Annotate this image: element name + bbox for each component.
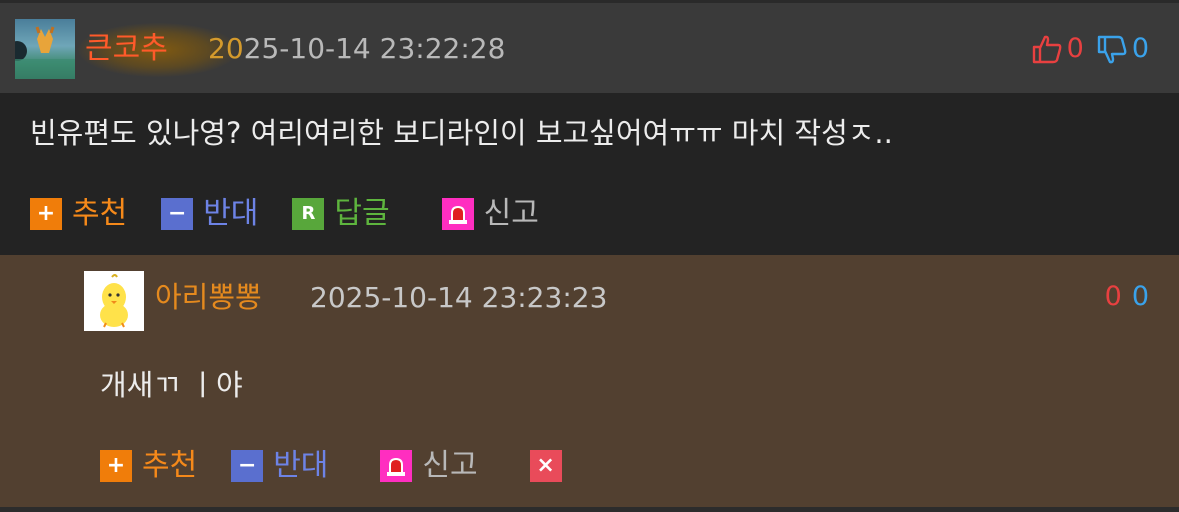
report-label: 신고 <box>483 196 539 231</box>
reply-label: 답글 <box>334 196 390 231</box>
plus-icon: + <box>30 198 62 230</box>
nickname[interactable]: 큰코추 <box>85 27 168 71</box>
comment-body: 빈유편도 있나영? 여리여리한 보디라인이 보고싶어여ㅠㅠ 마치 작성ㅈ.. <box>30 116 893 150</box>
timestamp-rest: 25-10-14 23:22:28 <box>243 32 506 65</box>
comment-actions: + 추천 − 반대 R 답글 신고 <box>30 194 573 234</box>
comment-header: 큰코추 2025-10-14 23:22:28 0 0 <box>0 0 1179 93</box>
downvote-count: 0 <box>1131 281 1149 312</box>
thumbs-up-icon[interactable] <box>1031 33 1063 65</box>
comment: 큰코추 2025-10-14 23:22:28 0 0 빈유편도 있나영? 여리… <box>0 0 1179 255</box>
close-icon: × <box>529 450 562 482</box>
upvote-count: 0 <box>1066 33 1084 64</box>
vote-counts: 0 0 <box>1031 29 1149 69</box>
reply-comment: 아리뽕뽕 2025-10-14 23:23:23 0 0 개새ㄲ ㅣ야 + 추천… <box>0 255 1179 512</box>
report-label: 신고 <box>422 448 478 483</box>
nickname[interactable]: 아리뽕뽕 <box>155 275 262 319</box>
reply-actions: + 추천 − 반대 신고 × <box>100 446 606 486</box>
siren-icon <box>441 198 474 230</box>
minus-icon: − <box>161 198 194 230</box>
avatar-figure-icon <box>15 26 75 79</box>
upvote-count: 0 <box>1104 281 1122 312</box>
timestamp: 2025-10-14 23:22:28 <box>208 27 505 71</box>
recommend-button[interactable]: + 추천 <box>100 446 197 486</box>
report-button[interactable]: 신고 <box>380 446 478 486</box>
oppose-label: 반대 <box>203 196 259 231</box>
recommend-label: 추천 <box>142 448 198 483</box>
timestamp: 2025-10-14 23:23:23 <box>310 281 608 314</box>
oppose-button[interactable]: − 반대 <box>161 194 258 234</box>
reply-button[interactable]: R 답글 <box>292 194 390 234</box>
vote-counts: 0 0 <box>1105 275 1149 319</box>
recommend-label: 추천 <box>72 196 128 231</box>
avatar[interactable] <box>84 271 144 331</box>
oppose-label: 반대 <box>273 448 329 483</box>
report-button[interactable]: 신고 <box>441 194 539 234</box>
timestamp-highlighted-part: 20 <box>208 32 244 65</box>
chick-avatar-icon <box>84 271 144 331</box>
plus-icon: + <box>100 450 132 482</box>
avatar[interactable] <box>15 19 75 79</box>
downvote-count: 0 <box>1131 33 1149 64</box>
oppose-button[interactable]: − 반대 <box>231 446 328 486</box>
divider <box>0 507 1179 512</box>
comment-thread: 큰코추 2025-10-14 23:22:28 0 0 빈유편도 있나영? 여리… <box>0 0 1179 512</box>
thumbs-down-icon[interactable] <box>1096 33 1128 65</box>
siren-icon <box>380 450 413 482</box>
recommend-button[interactable]: + 추천 <box>30 194 127 234</box>
delete-button[interactable]: × <box>529 450 572 482</box>
reply-icon: R <box>292 198 325 230</box>
reply-body: 개새ㄲ ㅣ야 <box>100 368 243 402</box>
minus-icon: − <box>231 450 264 482</box>
